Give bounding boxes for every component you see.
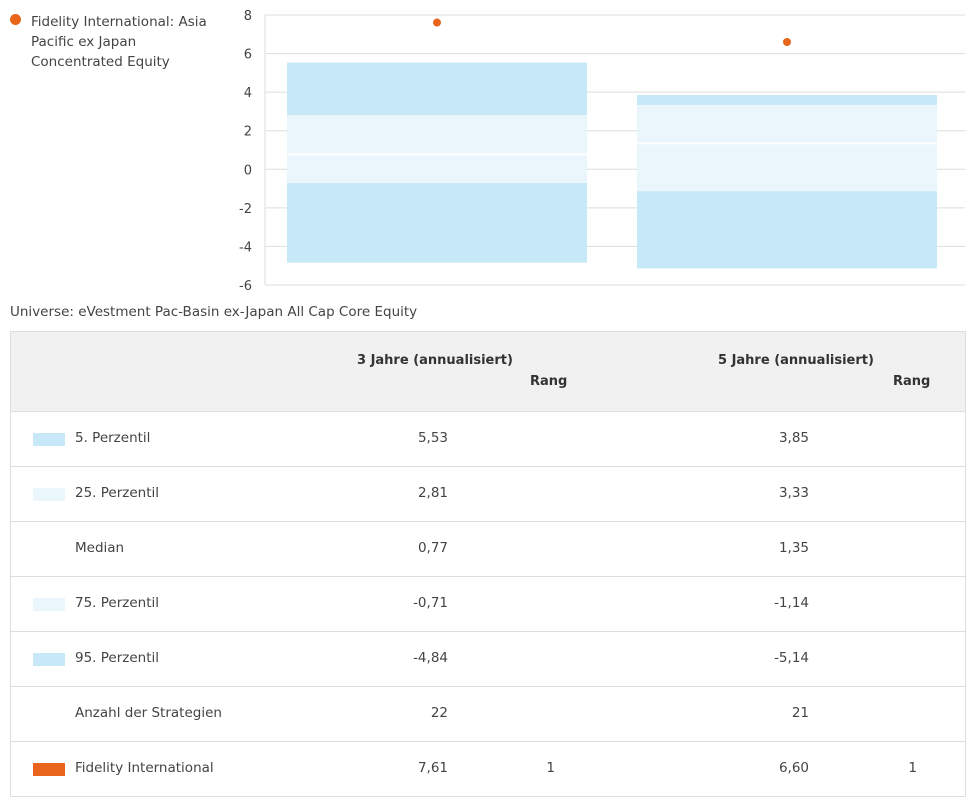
band-75-95	[637, 191, 937, 269]
row-label: 75. Perzentil	[75, 595, 160, 611]
row-swatch	[33, 488, 65, 501]
percentile-chart: 8 6 4 2 0 -2 -4 -6	[239, 9, 965, 294]
value-5y: 1,35	[778, 540, 809, 556]
table-body: 5. Perzentil 5,53 3,85 25. Perzentil 2,81 3,3…	[11, 412, 965, 797]
row-swatch	[33, 433, 65, 446]
row-label: 5. Perzentil	[75, 430, 151, 446]
universe-label: Universe: eVestment Pac-Basin ex-Japan A…	[10, 304, 418, 320]
value-5y: 3,33	[778, 485, 809, 501]
row-swatch	[33, 598, 65, 611]
fund-point	[783, 38, 791, 46]
table-row: Anzahl der Strategien 22 21	[11, 687, 965, 742]
header-rank-5y: Rang	[893, 374, 931, 389]
value-3y: -0,71	[413, 595, 448, 611]
y-tick-label: -2	[239, 202, 252, 217]
y-tick-label: -4	[239, 240, 252, 255]
table-row: 75. Perzentil -0,71 -1,14	[11, 577, 965, 632]
header-period-3y: 3 Jahre (annualisiert)	[357, 353, 513, 368]
table-row: Median 0,77 1,35	[11, 522, 965, 577]
header-period-5y: 5 Jahre (annualisiert)	[718, 353, 874, 368]
row-swatch	[33, 653, 65, 666]
value-5y: -1,14	[774, 595, 809, 611]
fund-point	[433, 18, 441, 27]
row-label: 95. Perzentil	[75, 650, 160, 666]
row-label: 25. Perzentil	[75, 485, 160, 501]
value-5y: 21	[791, 705, 809, 721]
row-label: Anzahl der Strategien	[75, 705, 222, 721]
header-rank-3y: Rang	[530, 374, 568, 389]
band-5-25	[637, 95, 937, 106]
rank-3y: 1	[546, 760, 555, 776]
value-3y: -4,84	[413, 650, 448, 666]
table-header: 3 Jahre (annualisiert) Rang 5 Jahre (ann…	[11, 332, 965, 412]
row-label: Median	[75, 540, 125, 556]
band-5-25	[287, 62, 587, 116]
value-3y: 0,77	[417, 540, 448, 556]
band-25-75	[637, 105, 937, 192]
table-row: 95. Perzentil -4,84 -5,14	[11, 632, 965, 687]
y-tick-label: 2	[244, 125, 252, 140]
value-3y: 2,81	[417, 485, 448, 501]
y-tick-label: 8	[244, 9, 252, 24]
value-3y: 5,53	[417, 430, 448, 446]
band-75-95	[287, 182, 587, 263]
y-tick-label: 0	[244, 163, 252, 178]
y-tick-label: 4	[244, 86, 252, 101]
band-25-75	[287, 115, 587, 183]
rank-5y: 1	[908, 760, 917, 776]
percentile-table: 3 Jahre (annualisiert) Rang 5 Jahre (ann…	[10, 331, 966, 797]
row-label: Fidelity International	[75, 760, 214, 776]
value-5y: 6,60	[778, 760, 809, 776]
value-5y: -5,14	[774, 650, 809, 666]
table-row: 5. Perzentil 5,53 3,85	[11, 412, 965, 467]
y-tick-label: -6	[239, 279, 252, 294]
row-swatch	[33, 763, 65, 776]
table-row: 25. Perzentil 2,81 3,33	[11, 467, 965, 522]
table-row: Fidelity International 7,61 1 6,60 1	[11, 742, 965, 797]
y-tick-label: 6	[244, 48, 252, 63]
value-5y: 3,85	[778, 430, 809, 446]
value-3y: 7,61	[417, 760, 448, 776]
value-3y: 22	[430, 705, 448, 721]
